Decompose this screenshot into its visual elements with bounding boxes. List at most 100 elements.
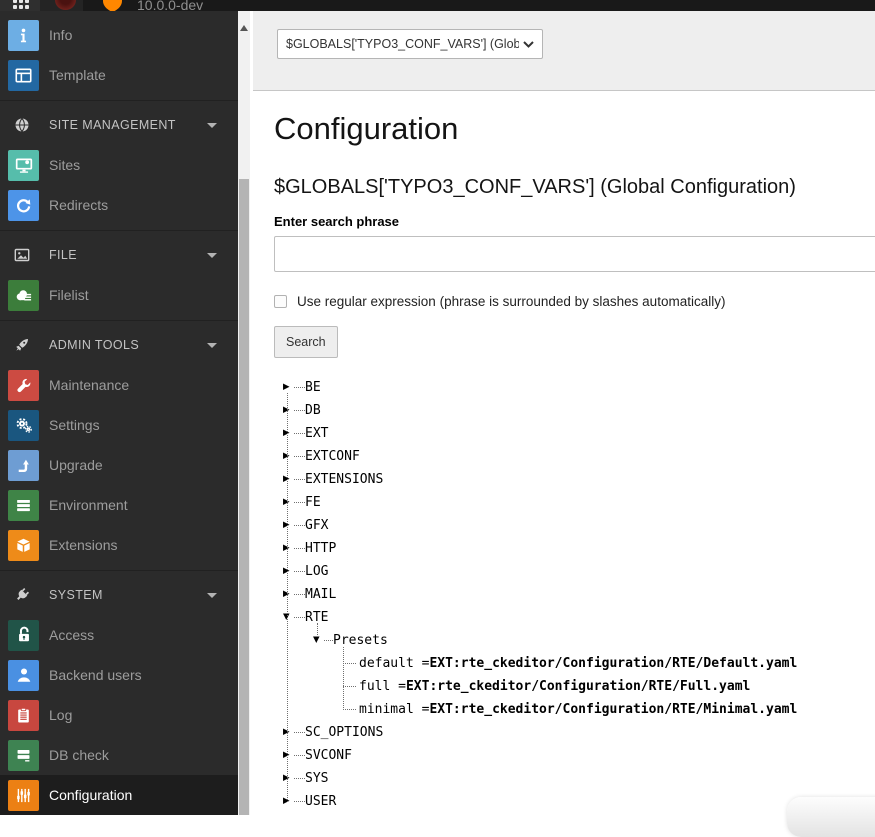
caret-collapsed-icon[interactable]: ▶ bbox=[283, 475, 294, 484]
server-stack-icon bbox=[8, 490, 39, 521]
tree-node-ext: ▶EXT bbox=[250, 422, 875, 445]
tree-node-db: ▶DB bbox=[250, 399, 875, 422]
tree-connector-line bbox=[287, 393, 288, 802]
caret-collapsed-icon[interactable]: ▶ bbox=[283, 429, 294, 438]
sidebar-item-upgrade[interactable]: Upgrade bbox=[0, 445, 238, 485]
sidebar-item-db-check[interactable]: DB check bbox=[0, 735, 238, 775]
tree-node-log: ▶LOG bbox=[250, 560, 875, 583]
regex-option-row: Use regular expression (phrase is surrou… bbox=[274, 294, 725, 309]
tree-node-rte: ▼RTE bbox=[250, 606, 875, 629]
sidebar-section-file[interactable]: FILE bbox=[0, 235, 238, 275]
tree-node-extensions: ▶EXTENSIONS bbox=[250, 468, 875, 491]
tree-node-be: ▶BE bbox=[250, 376, 875, 399]
chevron-down-icon bbox=[207, 123, 217, 128]
corner-overlay bbox=[787, 797, 875, 837]
sidebar-item-settings[interactable]: Settings bbox=[0, 405, 238, 445]
sites-icon bbox=[8, 150, 39, 181]
sidebar-item-label: Maintenance bbox=[49, 377, 129, 393]
apps-grid-icon[interactable] bbox=[13, 0, 30, 9]
sidebar-item-log[interactable]: Log bbox=[0, 695, 238, 735]
sidebar-item-environment[interactable]: Environment bbox=[0, 485, 238, 525]
tree-node-svconf: ▶SVCONF bbox=[250, 744, 875, 767]
sidebar-item-label: Access bbox=[49, 627, 94, 643]
scrollbar-thumb[interactable] bbox=[239, 179, 249, 815]
sidebar-item-filelist[interactable]: Filelist bbox=[0, 275, 238, 315]
section-label: SYSTEM bbox=[49, 588, 207, 602]
clipboard-icon bbox=[8, 700, 39, 731]
sidebar-item-label: DB check bbox=[49, 747, 109, 763]
sidebar-item-label: Log bbox=[49, 707, 72, 723]
version-label: 10.0.0-dev bbox=[137, 0, 203, 11]
caret-collapsed-icon[interactable]: ▶ bbox=[283, 383, 294, 392]
sidebar-item-label: Settings bbox=[49, 417, 100, 433]
chevron-down-icon bbox=[523, 41, 534, 48]
sidebar-item-label: Upgrade bbox=[49, 457, 103, 473]
sidebar-item-redirects[interactable]: Redirects bbox=[0, 185, 238, 225]
caret-collapsed-icon[interactable]: ▶ bbox=[283, 590, 294, 599]
tree-node-sc-options: ▶SC_OPTIONS bbox=[250, 721, 875, 744]
sidebar-item-label: Extensions bbox=[49, 537, 117, 553]
info-icon bbox=[8, 20, 39, 51]
sidebar-item-extensions[interactable]: Extensions bbox=[0, 525, 238, 565]
plug-icon bbox=[14, 587, 30, 603]
sidebar-section-system[interactable]: SYSTEM bbox=[0, 575, 238, 615]
page-title: Configuration bbox=[274, 111, 458, 147]
sidebar-item-label: Info bbox=[49, 27, 72, 43]
sidebar-item-configuration[interactable]: Configuration bbox=[0, 775, 238, 815]
caret-collapsed-icon[interactable]: ▶ bbox=[283, 728, 294, 737]
sliders-icon bbox=[8, 780, 39, 811]
caret-collapsed-icon[interactable]: ▶ bbox=[283, 751, 294, 760]
sidebar-item-backend-users[interactable]: Backend users bbox=[0, 655, 238, 695]
caret-collapsed-icon[interactable]: ▶ bbox=[283, 452, 294, 461]
tree-node-fe: ▶FE bbox=[250, 491, 875, 514]
sidebar-item-label: Sites bbox=[49, 157, 80, 173]
dropdown-selected-value: $GLOBALS['TYPO3_CONF_VARS'] (Global Conf… bbox=[286, 37, 519, 51]
module-group-admin-tools: ADMIN TOOLS Maintenance Settings Upgrade bbox=[0, 320, 238, 570]
module-group-file: FILE Filelist bbox=[0, 230, 238, 320]
wrench-icon bbox=[8, 370, 39, 401]
caret-collapsed-icon[interactable]: ▶ bbox=[283, 406, 294, 415]
regex-checkbox-label: Use regular expression (phrase is surrou… bbox=[297, 294, 725, 309]
tree-node-gfx: ▶GFX bbox=[250, 514, 875, 537]
image-icon bbox=[14, 247, 30, 263]
caret-expanded-icon[interactable]: ▼ bbox=[283, 613, 294, 622]
module-group-web: Info Template bbox=[0, 11, 238, 100]
upgrade-arrow-icon bbox=[8, 450, 39, 481]
sidebar-item-label: Backend users bbox=[49, 667, 142, 683]
caret-collapsed-icon[interactable]: ▶ bbox=[283, 567, 294, 576]
rocket-icon bbox=[14, 337, 30, 353]
sidebar-item-info[interactable]: Info bbox=[0, 15, 238, 55]
sidebar-item-template[interactable]: Template bbox=[0, 55, 238, 95]
sidebar-section-site-management[interactable]: SITE MANAGEMENT bbox=[0, 105, 238, 145]
sidebar-item-maintenance[interactable]: Maintenance bbox=[0, 365, 238, 405]
caret-expanded-icon[interactable]: ▼ bbox=[313, 636, 324, 645]
caret-collapsed-icon[interactable]: ▶ bbox=[283, 774, 294, 783]
search-input[interactable] bbox=[274, 236, 875, 272]
caret-collapsed-icon[interactable]: ▶ bbox=[283, 797, 294, 806]
scrollbar[interactable] bbox=[238, 11, 250, 815]
module-function-dropdown[interactable]: $GLOBALS['TYPO3_CONF_VARS'] (Global Conf… bbox=[277, 29, 543, 59]
section-label: FILE bbox=[49, 248, 207, 262]
sidebar-item-sites[interactable]: Sites bbox=[0, 145, 238, 185]
chevron-down-icon bbox=[207, 253, 217, 258]
search-button[interactable]: Search bbox=[274, 326, 338, 358]
docheader: $GLOBALS['TYPO3_CONF_VARS'] (Global Conf… bbox=[253, 11, 875, 91]
caret-collapsed-icon[interactable]: ▶ bbox=[283, 521, 294, 530]
tree-connector-line bbox=[343, 647, 344, 710]
section-label: ADMIN TOOLS bbox=[49, 338, 207, 352]
sidebar-section-admin-tools[interactable]: ADMIN TOOLS bbox=[0, 325, 238, 365]
sidebar-item-access[interactable]: Access bbox=[0, 615, 238, 655]
regex-checkbox[interactable] bbox=[274, 295, 287, 308]
caret-collapsed-icon[interactable]: ▶ bbox=[283, 498, 294, 507]
database-icon bbox=[8, 740, 39, 771]
chevron-down-icon bbox=[207, 343, 217, 348]
tree-connector-line bbox=[317, 623, 318, 635]
cube-icon bbox=[8, 530, 39, 561]
typo3-shield-icon bbox=[103, 0, 122, 11]
module-group-site-management: SITE MANAGEMENT Sites Redirects bbox=[0, 100, 238, 230]
scrollbar-up-arrow[interactable] bbox=[240, 25, 248, 31]
caret-collapsed-icon[interactable]: ▶ bbox=[283, 544, 294, 553]
gears-icon bbox=[8, 410, 39, 441]
module-menu: Info Template SITE MANAGEMENT Sites bbox=[0, 11, 238, 815]
subtitle: $GLOBALS['TYPO3_CONF_VARS'] (Global Conf… bbox=[274, 176, 796, 199]
